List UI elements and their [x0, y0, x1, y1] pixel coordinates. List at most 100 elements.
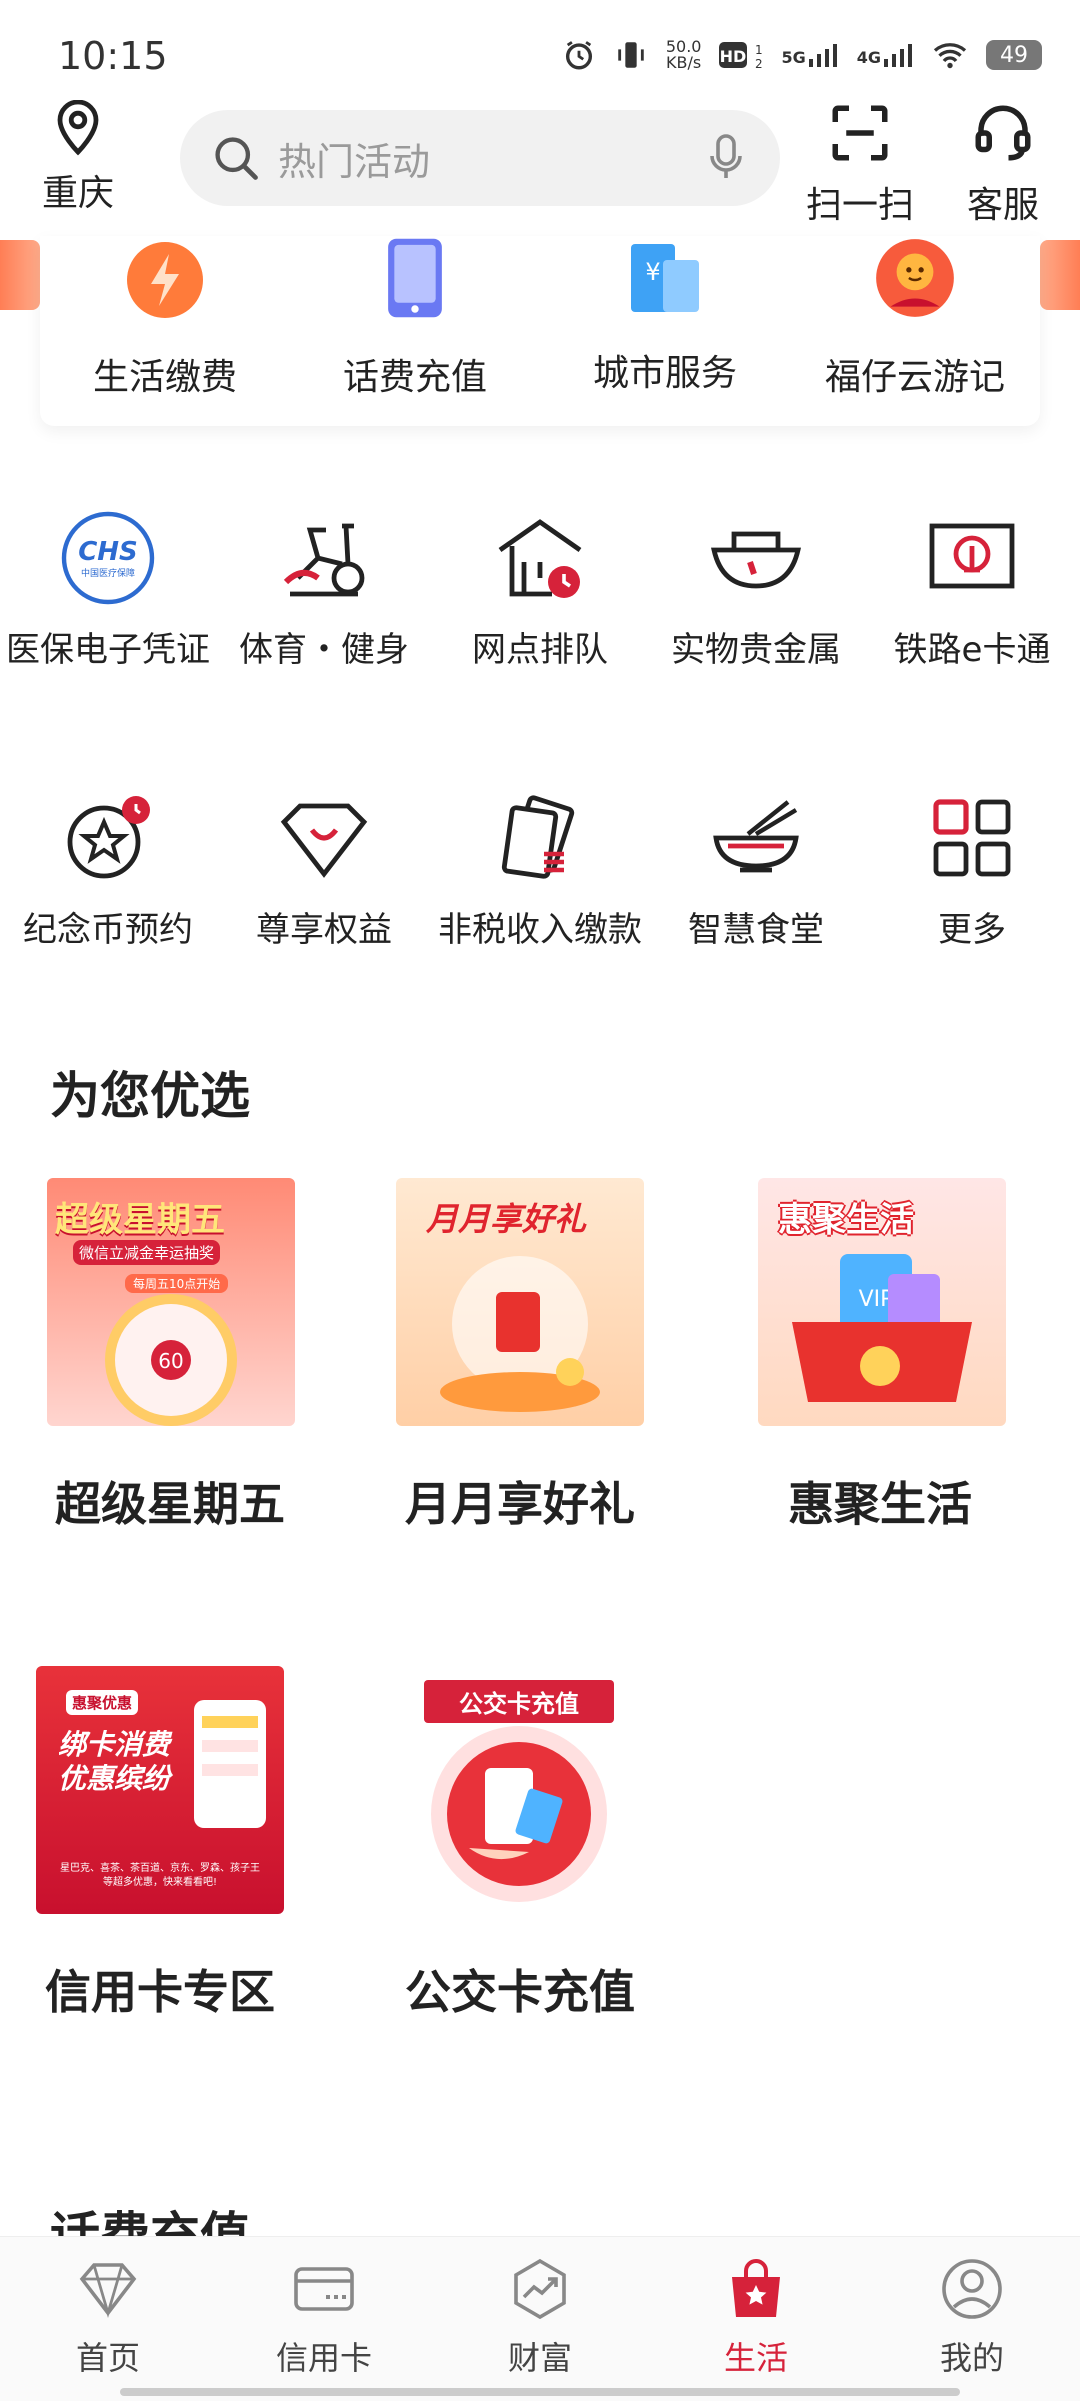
promo-huiju-life[interactable]: 惠聚生活 VIP — [758, 1178, 1006, 1426]
promo-banner-text: 公交卡充值 — [424, 1680, 614, 1723]
bottom-nav: 首页 信用卡 财富 生活 我的 — [0, 2236, 1080, 2401]
promo-bus-card-recharge[interactable]: 公交卡充值 — [396, 1666, 644, 1914]
signal-bars-icon — [808, 44, 837, 67]
service-phone-recharge[interactable]: 话费充值 — [290, 236, 540, 400]
svg-text:¥: ¥ — [645, 258, 660, 286]
wealth-chart-icon — [514, 2258, 566, 2320]
service-city[interactable]: ¥ 城市服务 — [540, 236, 790, 396]
customer-service-label: 客服 — [966, 185, 1039, 226]
diamond-icon — [280, 803, 368, 878]
branch-queue-icon — [498, 519, 582, 598]
chs-logo-sub: 中国医疗保障 — [81, 567, 135, 579]
svg-text:2: 2 — [755, 57, 763, 70]
grid-label: 纪念币预约 — [23, 910, 193, 950]
promo-label: 超级星期五 — [55, 1477, 285, 1531]
promo-banner-text: 惠聚生活 — [778, 1200, 914, 1240]
vibrate-icon — [618, 42, 644, 68]
prize-wheel-icon: 60 — [105, 1294, 237, 1426]
service-fuzai-tour[interactable]: 福仔云游记 — [790, 236, 1040, 400]
grid-item-fitness[interactable]: 体育・健身 — [216, 510, 432, 672]
vip-card-icon: VIP — [792, 1254, 972, 1402]
nav-label: 生活 — [723, 2339, 788, 2377]
railway-icon — [929, 523, 1015, 589]
grid-item-premium-rights[interactable]: 尊享权益 — [216, 790, 432, 952]
shopping-bag-icon — [732, 2259, 780, 2317]
diamond-outline-icon — [79, 2263, 137, 2318]
grid-item-non-tax-payment[interactable]: 非税收入缴款 — [432, 790, 648, 952]
wifi-icon — [933, 43, 967, 69]
promo-image: 惠聚优惠 绑卡消费 优惠缤纷 星巴克、喜茶、茶百道、京东、罗森、孩子王 等超多优… — [36, 1666, 284, 1914]
nav-life[interactable]: 生活 — [648, 2255, 864, 2379]
mascot-icon — [876, 239, 954, 317]
signal-bars-icon — [884, 44, 912, 67]
service-label: 生活缴费 — [92, 357, 237, 398]
nav-home[interactable]: 首页 — [0, 2255, 216, 2379]
nav-credit-card[interactable]: 信用卡 — [216, 2255, 432, 2379]
grid-label: 体育・健身 — [239, 630, 409, 670]
nav-label: 我的 — [939, 2339, 1004, 2377]
promo-credit-card-zone[interactable]: 惠聚优惠 绑卡消费 优惠缤纷 星巴克、喜茶、茶百道、京东、罗森、孩子王 等超多优… — [36, 1666, 284, 1914]
grid-item-railway-card[interactable]: 铁路e卡通 — [864, 510, 1080, 672]
nav-mine[interactable]: 我的 — [864, 2255, 1080, 2379]
promo-image: 超级星期五 微信立减金幸运抽奖 每周五10点开始 60 — [47, 1178, 295, 1426]
battery-icon: 49 — [986, 40, 1042, 70]
user-icon — [942, 2259, 1002, 2319]
location-pin-icon — [57, 99, 99, 156]
alarm-icon — [565, 41, 592, 70]
promo-label: 公交卡充值 — [405, 1965, 635, 2019]
nav-wealth[interactable]: 财富 — [432, 2255, 648, 2379]
ingot-icon — [711, 531, 801, 589]
grid-item-coin-reservation[interactable]: 纪念币预约 — [0, 790, 216, 952]
credit-card-icon — [294, 2267, 354, 2311]
promo-super-friday[interactable]: 超级星期五 微信立减金幸运抽奖 每周五10点开始 60 — [47, 1178, 295, 1426]
grid-item-more[interactable]: 更多 — [864, 790, 1080, 952]
service-label: 话费充值 — [342, 357, 487, 398]
bus-card-icon — [431, 1726, 607, 1902]
grid-item-precious-metal[interactable]: 实物贵金属 — [648, 510, 864, 672]
promo-banner-sub: 微信立减金幸运抽奖 — [73, 1240, 221, 1265]
scan-icon — [832, 105, 888, 161]
promo-label: 月月享好礼 — [405, 1477, 635, 1531]
grid-item-smart-canteen[interactable]: 智慧食堂 — [648, 790, 864, 952]
status-icons: 50.0 KB/s HD 1 2 5G 4G 49 — [562, 32, 1042, 78]
headset-icon — [975, 105, 1031, 161]
grid-label: 实物贵金属 — [671, 630, 841, 670]
microphone-icon[interactable] — [706, 132, 746, 184]
grid-item-chs[interactable]: CHS 中国医疗保障 医保电子凭证 — [0, 510, 216, 672]
status-time: 10:15 — [58, 34, 168, 78]
network-5g-label: 5G — [781, 48, 806, 67]
scan-button[interactable]: 扫一扫 — [800, 100, 920, 228]
phone-mockup-icon — [194, 1700, 266, 1828]
scan-label: 扫一扫 — [805, 185, 914, 226]
promo-banner-text: 月月享好礼 — [426, 1200, 587, 1238]
bike-icon — [283, 523, 365, 597]
search-icon — [215, 137, 258, 180]
signal-5g: 5G — [781, 43, 838, 67]
promo-label: 信用卡专区 — [45, 1965, 275, 2019]
grid-item-branch-queue[interactable]: 网点排队 — [432, 510, 648, 672]
net-speed: 50.0 KB/s — [665, 37, 702, 72]
service-label: 福仔云游记 — [824, 357, 1005, 398]
phone-icon — [388, 238, 442, 318]
signal-4g: 4G — [857, 43, 914, 67]
hd-icon: HD 12 — [719, 42, 763, 70]
search-bar[interactable]: 热门活动 — [180, 110, 780, 206]
service-label: 城市服务 — [592, 353, 737, 394]
gift-globe-icon — [440, 1256, 600, 1412]
promo-banner-text: 超级星期五 — [55, 1200, 225, 1240]
grid-label: 尊享权益 — [256, 910, 392, 950]
search-placeholder: 热门活动 — [278, 139, 431, 184]
grid-label: 智慧食堂 — [688, 910, 824, 950]
promo-monthly-gift[interactable]: 月月享好礼 — [396, 1178, 644, 1426]
tax-icon — [501, 795, 575, 879]
coin-icon — [67, 796, 150, 879]
grid-label: 医保电子凭证 — [6, 630, 210, 670]
service-living-payment[interactable]: 生活缴费 — [40, 236, 290, 400]
location-selector[interactable]: 重庆 — [38, 99, 118, 216]
canteen-icon — [713, 800, 799, 873]
wheel-value: 60 — [158, 1349, 183, 1373]
location-label: 重庆 — [41, 173, 114, 214]
home-indicator[interactable] — [120, 2388, 960, 2396]
grid-label: 非税收入缴款 — [438, 910, 642, 950]
customer-service-button[interactable]: 客服 — [943, 100, 1063, 228]
